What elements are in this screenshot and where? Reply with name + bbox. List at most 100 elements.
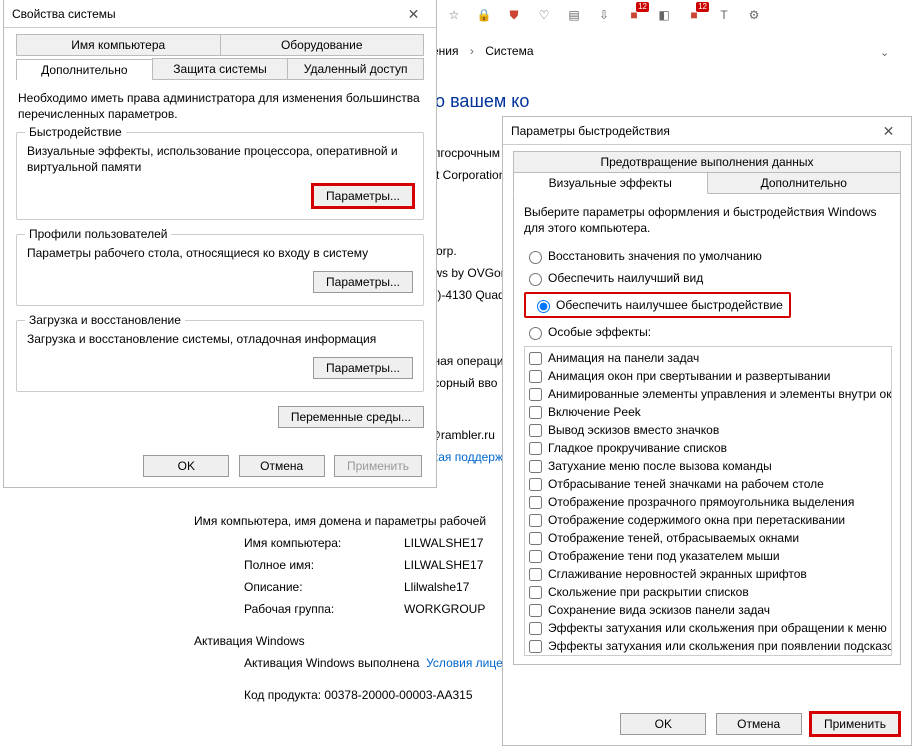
cancel-button[interactable]: Отмена [716,713,802,735]
effect-label: Отображение тени под указателем мыши [548,547,780,565]
radio-default[interactable]: Восстановить значения по умолчанию [524,248,892,264]
effects-list[interactable]: Анимация на панели задачАнимация окон пр… [524,346,892,656]
effect-item[interactable]: Отображение тени под указателем мыши [527,547,889,565]
apply-button[interactable]: Применить [334,455,422,477]
effect-checkbox[interactable] [529,586,542,599]
tab-dep[interactable]: Предотвращение выполнения данных [513,151,901,172]
radio-custom[interactable]: Особые эффекты: [524,324,892,340]
effect-checkbox[interactable] [529,406,542,419]
ok-button[interactable]: OK [143,455,229,477]
breadcrumb[interactable]: ления › Система [421,44,538,58]
effect-checkbox[interactable] [529,460,542,473]
effect-checkbox[interactable] [529,442,542,455]
abp2-icon[interactable]: ■12 [685,6,703,24]
tab-system-protection[interactable]: Защита системы [152,58,289,79]
lock-icon[interactable]: 🔒 [475,6,493,24]
effect-label: Отбрасывание теней значками на рабочем с… [548,475,824,493]
apply-button[interactable]: Применить [811,713,899,735]
visual-effects-pane: Выберите параметры оформления и быстроде… [513,194,901,665]
effect-item[interactable]: Гладкое прокручивание списков [527,439,889,457]
radio-best-performance[interactable]: Обеспечить наилучшее быстродействие [524,292,791,318]
effect-label: Скольжение при раскрытии списков [548,583,749,601]
effect-item[interactable]: Скольжение при раскрытии списков [527,583,889,601]
effect-label: Гладкое прокручивание списков [548,439,727,457]
effect-checkbox[interactable] [529,514,542,527]
effect-item[interactable]: Эффекты затухания или скольжения при обр… [527,619,889,637]
gear-icon[interactable]: ⚙ [745,6,763,24]
performance-settings-button[interactable]: Параметры... [313,185,413,207]
startup-recovery-settings-button[interactable]: Параметры... [313,357,413,379]
effect-item[interactable]: Анимация окон при свертывании и разверты… [527,367,889,385]
download-icon[interactable]: ⇩ [595,6,613,24]
chevron-down-icon[interactable]: ⌄ [880,46,911,59]
ok-button[interactable]: OK [620,713,706,735]
square-icon[interactable]: ◧ [655,6,673,24]
radio-input[interactable] [529,273,542,286]
tab-computer-name[interactable]: Имя компьютера [16,34,221,55]
effect-label: Эффекты затухания или скольжения при обр… [548,619,887,637]
effect-checkbox[interactable] [529,604,542,617]
dialog-button-row: OK Отмена Применить [137,455,422,477]
dialog-titlebar[interactable]: Свойства системы ✕ [4,0,436,28]
effect-item[interactable]: Анимированные элементы управления и элем… [527,385,889,403]
effect-item[interactable]: Отображение теней, отбрасываемых окнами [527,529,889,547]
effect-item[interactable]: Отбрасывание теней значками на рабочем с… [527,475,889,493]
radio-best-appearance[interactable]: Обеспечить наилучший вид [524,270,892,286]
text-icon[interactable]: Т [715,6,733,24]
radio-label: Обеспечить наилучшее быстродействие [556,298,783,312]
effect-checkbox[interactable] [529,370,542,383]
radio-label: Обеспечить наилучший вид [548,271,703,285]
radio-input[interactable] [529,251,542,264]
effect-label: Отображение теней, отбрасываемых окнами [548,529,799,547]
cancel-button[interactable]: Отмена [239,455,325,477]
radio-label: Особые эффекты: [548,325,651,339]
group-title: Загрузка и восстановление [25,313,185,327]
effect-checkbox[interactable] [529,640,542,653]
browser-toolbar: ☆ 🔒 ⛊ ♡ ▤ ⇩ ■12 ◧ ■12 Т ⚙ [445,2,763,28]
effect-checkbox[interactable] [529,550,542,563]
effect-checkbox[interactable] [529,388,542,401]
tab-advanced[interactable]: Дополнительно [16,59,153,80]
effect-item[interactable]: Включение Peek [527,403,889,421]
effect-checkbox[interactable] [529,478,542,491]
effect-item[interactable]: Вывод эскизов вместо значков [527,421,889,439]
dialog-titlebar[interactable]: Параметры быстродействия ✕ [503,117,911,145]
effect-checkbox[interactable] [529,424,542,437]
star-icon[interactable]: ☆ [445,6,463,24]
tab-hardware[interactable]: Оборудование [220,34,425,55]
tab-advanced[interactable]: Дополнительно [707,172,902,194]
dialog-button-row: OK Отмена Применить [614,713,899,735]
close-button[interactable]: ✕ [391,0,436,28]
effect-checkbox[interactable] [529,532,542,545]
effect-item[interactable]: Отображение прозрачного прямоугольника в… [527,493,889,511]
effect-item[interactable]: Сохранение вида эскизов панели задач [527,601,889,619]
effect-label: Анимация на панели задач [548,349,699,367]
tab-visual-effects[interactable]: Визуальные эффекты [513,172,708,194]
effect-label: Затухание меню после вызова команды [548,457,772,475]
breadcrumb-part: Система [485,44,533,58]
effect-checkbox[interactable] [529,352,542,365]
dialog-title: Свойства системы [12,7,116,21]
effect-item[interactable]: Сглаживание неровностей экранных шрифтов [527,565,889,583]
effect-checkbox[interactable] [529,496,542,509]
user-profiles-settings-button[interactable]: Параметры... [313,271,413,293]
radio-input[interactable] [529,327,542,340]
environment-variables-button[interactable]: Переменные среды... [278,406,424,428]
section-heading: Активация Windows [194,630,522,652]
effect-item[interactable]: Анимация на панели задач [527,349,889,367]
tab-remote[interactable]: Удаленный доступ [287,58,424,79]
dialog-title: Параметры быстродействия [511,124,670,138]
effect-item[interactable]: Отображение содержимого окна при перетас… [527,511,889,529]
group-title: Профили пользователей [25,227,171,241]
label: Рабочая группа: [244,598,404,620]
radio-input[interactable] [537,300,550,313]
effect-item[interactable]: Затухание меню после вызова команды [527,457,889,475]
rss-icon[interactable]: ▤ [565,6,583,24]
abp-icon[interactable]: ■12 [625,6,643,24]
effect-checkbox[interactable] [529,568,542,581]
effect-checkbox[interactable] [529,622,542,635]
effect-item[interactable]: Эффекты затухания или скольжения при поя… [527,637,889,655]
shield-icon[interactable]: ⛊ [505,6,523,24]
heart-icon[interactable]: ♡ [535,6,553,24]
close-button[interactable]: ✕ [866,117,911,145]
